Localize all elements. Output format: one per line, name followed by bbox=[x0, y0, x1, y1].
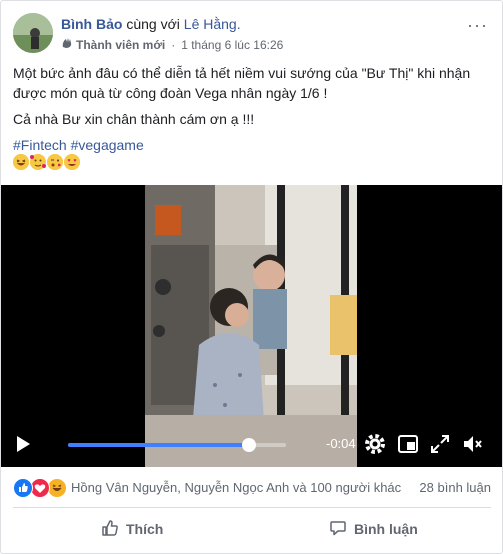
reaction-icons[interactable] bbox=[13, 478, 67, 498]
action-bar: Thích Bình luận bbox=[1, 511, 502, 547]
like-button[interactable]: Thích bbox=[101, 511, 163, 547]
progress-fill bbox=[68, 443, 249, 447]
tagged-name[interactable]: Lê Hằng. bbox=[184, 16, 241, 32]
post-card: Bình Bảo cùng với Lê Hằng. Thành viên mớ… bbox=[0, 0, 503, 554]
hashtags[interactable]: #Fintech #vegagame bbox=[13, 135, 493, 155]
video-player[interactable]: -0:04 bbox=[1, 185, 502, 467]
heart-eyes-face-icon bbox=[64, 154, 80, 170]
post-line-2: Cả nhà Bư xin chân thành cám ơn ạ !!! bbox=[13, 111, 255, 127]
reaction-names[interactable]: Hồng Vân Nguyễn, Nguyễn Ngọc Anh và 100 … bbox=[71, 480, 401, 495]
post-meta: Thành viên mới · 1 tháng 6 lúc 16:26 bbox=[61, 37, 283, 52]
haha-reaction-icon bbox=[47, 478, 67, 498]
comment-label: Bình luận bbox=[354, 521, 418, 537]
like-reaction-icon bbox=[13, 478, 33, 498]
comment-icon bbox=[329, 519, 354, 540]
video-progress-bar[interactable] bbox=[68, 438, 286, 452]
fullscreen-icon[interactable] bbox=[429, 433, 451, 455]
emoji-row bbox=[13, 154, 80, 170]
blowing-kiss-face-icon bbox=[47, 154, 63, 170]
thumbs-up-icon bbox=[101, 519, 126, 540]
settings-icon[interactable] bbox=[364, 433, 386, 455]
progress-handle[interactable] bbox=[241, 438, 256, 452]
with-text: cùng với bbox=[126, 16, 180, 32]
volume-icon[interactable] bbox=[461, 433, 483, 455]
divider bbox=[13, 507, 491, 508]
comment-count[interactable]: 28 bình luận bbox=[419, 480, 491, 495]
comment-button[interactable]: Bình luận bbox=[329, 511, 418, 547]
more-options-icon[interactable]: ··· bbox=[467, 15, 488, 36]
laughing-face-icon bbox=[13, 154, 29, 170]
hearts-face-icon bbox=[30, 154, 46, 170]
pip-icon[interactable] bbox=[397, 433, 419, 455]
time-remaining: -0:04 bbox=[326, 436, 356, 451]
post-text: Một bức ảnh đâu có thể diễn tả hết niềm … bbox=[13, 63, 493, 161]
author-line: Bình Bảo cùng với Lê Hằng. bbox=[61, 16, 241, 32]
love-reaction-icon bbox=[30, 478, 50, 498]
post-timestamp[interactable]: 1 tháng 6 lúc 16:26 bbox=[181, 38, 283, 52]
author-name[interactable]: Bình Bảo bbox=[61, 16, 122, 32]
video-controls: -0:04 bbox=[1, 419, 502, 467]
avatar[interactable] bbox=[13, 13, 53, 53]
play-icon[interactable] bbox=[17, 436, 30, 452]
hand-wave-icon bbox=[61, 37, 73, 52]
like-label: Thích bbox=[126, 521, 164, 537]
post-line-1: Một bức ảnh đâu có thể diễn tả hết niềm … bbox=[13, 65, 471, 101]
member-badge: Thành viên mới bbox=[76, 37, 166, 52]
reactions-summary: Hồng Vân Nguyễn, Nguyễn Ngọc Anh và 100 … bbox=[13, 477, 491, 499]
